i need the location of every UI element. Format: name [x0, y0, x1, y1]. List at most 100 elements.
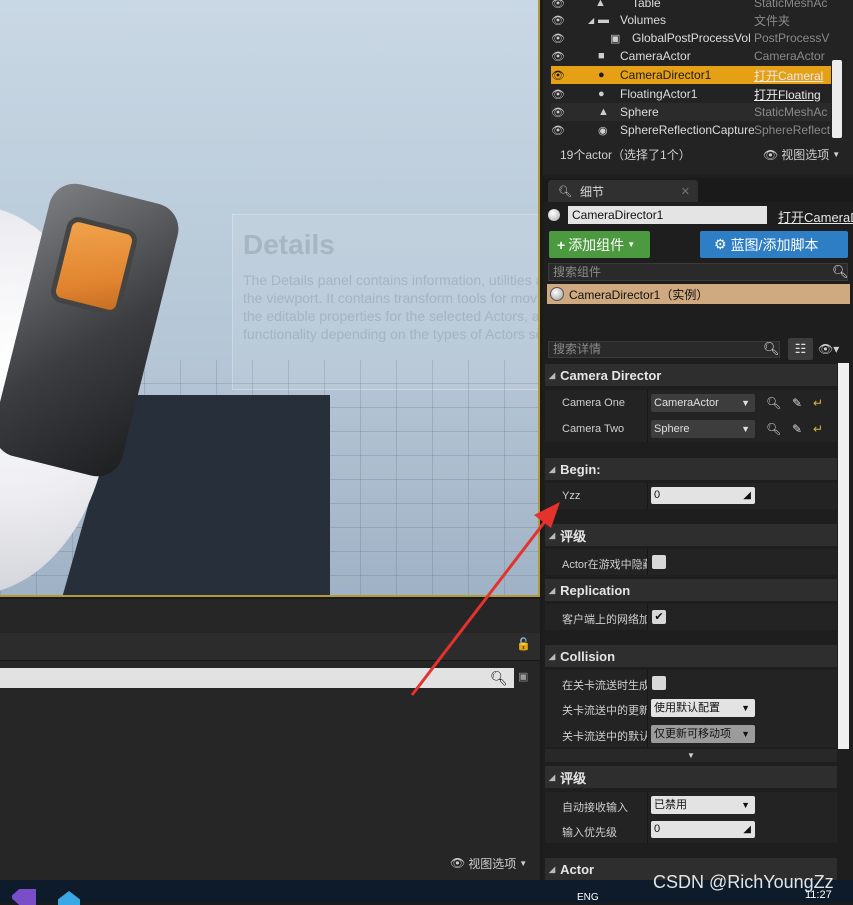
category-label: Begin: — [560, 461, 601, 477]
prop-net-load: 客户端上的网络加载 ✔ — [545, 604, 837, 630]
outliner-row[interactable]: 👁︎ ◉ SphereReflectionCapture SphereReflect — [551, 121, 831, 139]
add-component-button[interactable]: + 添加组件 ▼ — [549, 231, 650, 258]
outliner-scrollbar[interactable] — [832, 60, 842, 138]
outliner-row-type: CameraActor — [754, 49, 825, 63]
outliner-row-type: StaticMeshAc — [754, 105, 828, 119]
auto-input-combo[interactable]: 已禁用 ▼ — [651, 796, 755, 814]
advanced-expand-button[interactable]: ▼ — [545, 749, 837, 762]
drag-handle-icon: ◢ — [743, 490, 751, 501]
yzz-number-field[interactable]: 0 ◢ — [651, 487, 755, 504]
prop-label: Yzz — [562, 490, 581, 502]
reset-icon[interactable]: ↵ — [813, 396, 823, 410]
outliner-row-label: SphereReflectionCapture — [620, 123, 754, 137]
outliner-row[interactable]: 👁︎ ▣ GlobalPostProcessVol PostProcessV — [551, 29, 831, 47]
combo-value: Sphere — [654, 423, 690, 435]
search-icon[interactable]: 🔍︎ — [763, 341, 780, 357]
outliner-row-label: CameraDirector1 — [620, 68, 712, 82]
visibility-eye-icon[interactable]: 👁︎ — [551, 32, 567, 45]
category-collision[interactable]: ◢ Collision — [545, 645, 837, 667]
outliner-row-label: Table — [632, 0, 661, 10]
open-blueprint-link[interactable]: 打开Floating — [754, 86, 832, 103]
outliner-row[interactable]: 👁︎ ■ CameraActor CameraActor — [551, 47, 831, 65]
details-search-input[interactable]: 搜索详情 — [548, 341, 780, 358]
chevron-down-icon: ▼ — [741, 729, 750, 739]
prop-label: 关卡流送中的默认更新重叠方法 — [562, 731, 648, 743]
visibility-options-icon[interactable]: 👁︎▾ — [818, 342, 839, 356]
tab-details[interactable]: 🔍︎ 细节 ✕ — [548, 180, 698, 202]
camera-one-combo[interactable]: CameraActor ▼ — [651, 394, 755, 412]
browse-icon[interactable]: 🔍︎ — [766, 396, 781, 410]
default-overlap-combo[interactable]: 仅更新可移动项 ▼ — [651, 725, 755, 743]
hidden-in-game-checkbox[interactable] — [652, 555, 666, 569]
browse-icon[interactable]: 🔍︎ — [766, 422, 781, 436]
property-matrix-icon[interactable]: ☷ — [788, 338, 813, 360]
category-begin[interactable]: ◢ Begin: — [545, 458, 837, 480]
input-priority-field[interactable]: 0 ◢ — [651, 821, 755, 838]
sphere-icon: ● — [598, 88, 605, 100]
details-scrollbar[interactable] — [838, 363, 849, 749]
visibility-eye-icon[interactable]: 👁︎ — [551, 14, 567, 27]
outliner-row-label: Sphere — [620, 105, 659, 119]
outliner-row[interactable]: 👁︎ ▲ Sphere StaticMeshAc — [551, 103, 831, 121]
overlay-text: The Details panel contains information, … — [243, 272, 540, 342]
actor-name-field[interactable]: CameraDirector1 — [568, 206, 767, 224]
postprocess-icon: ▣ — [610, 32, 621, 45]
prop-camera-one: Camera One CameraActor ▼ 🔍︎ ✎ ↵ — [545, 390, 837, 416]
eyedropper-icon[interactable]: ✎ — [792, 422, 802, 436]
close-icon[interactable]: ✕ — [681, 185, 690, 198]
category-label: Camera Director — [560, 367, 662, 383]
view-options-button[interactable]: 👁︎ 视图选项 ▼ — [450, 854, 527, 872]
add-component-label: 添加组件 — [568, 236, 625, 253]
combo-value: 使用默认配置 — [654, 702, 720, 714]
outliner-row-type: PostProcessV — [754, 31, 830, 45]
blueprint-label: 蓝图/添加脚本 — [730, 236, 819, 253]
net-load-checkbox[interactable]: ✔ — [652, 610, 666, 624]
chevron-down-icon: ▼ — [741, 398, 750, 408]
outliner-row-type: StaticMeshAc — [754, 0, 828, 10]
category-camera-director[interactable]: ◢ Camera Director — [545, 364, 837, 386]
category-label: Collision — [560, 648, 616, 664]
visibility-eye-icon[interactable]: 👁︎ — [551, 124, 567, 137]
plus-icon: + — [557, 236, 566, 253]
tray-lang[interactable]: ENG — [577, 892, 599, 903]
search-icon[interactable]: 🔍︎ — [832, 264, 849, 280]
prop-label: Camera One — [562, 397, 625, 409]
component-item-label: CameraDirector1（实例） — [569, 287, 709, 302]
open-blueprint-link[interactable]: 打开CameraD — [778, 207, 853, 226]
category-label: 评级 — [560, 770, 587, 786]
sphere-icon: ● — [598, 69, 605, 81]
category-replication[interactable]: ◢ Replication — [545, 579, 837, 601]
reset-icon[interactable]: ↵ — [813, 422, 823, 436]
component-search-input[interactable]: 搜索组件 — [548, 263, 848, 281]
gen-overlap-checkbox[interactable] — [652, 676, 666, 690]
update-overlap-combo[interactable]: 使用默认配置 ▼ — [651, 699, 755, 717]
visibility-eye-icon[interactable]: 👁︎ — [551, 50, 567, 63]
field-value: 0 — [654, 489, 661, 501]
eyedropper-icon[interactable]: ✎ — [792, 396, 802, 410]
blueprint-icon: ⚙ — [714, 236, 727, 252]
category-label: Actor — [560, 861, 595, 877]
arrow-head — [534, 502, 560, 528]
prop-label: 输入优先级 — [562, 827, 617, 839]
outliner-row[interactable]: 👁︎ ● CameraDirector1 打开Cameral — [551, 66, 831, 84]
prop-default-overlap: 关卡流送中的默认更新重叠方法 仅更新可移动项 ▼ — [545, 721, 837, 747]
prop-gen-overlap: 在关卡流送时生成重叠事件 — [545, 670, 837, 696]
visibility-eye-icon[interactable]: 👁︎ — [551, 106, 567, 119]
component-tree-item[interactable]: CameraDirector1（实例） — [547, 284, 850, 304]
visibility-eye-icon[interactable]: 👁︎ — [551, 69, 567, 82]
outliner-row[interactable]: 👁︎ ● FloatingActor1 打开Floating — [551, 85, 831, 103]
drag-handle-icon: ◢ — [743, 824, 751, 835]
visibility-eye-icon[interactable]: 👁︎ — [551, 0, 567, 10]
chevron-down-icon: ▼ — [832, 150, 841, 159]
visibility-eye-icon[interactable]: 👁︎ — [551, 88, 567, 101]
open-blueprint-link[interactable]: 打开Cameral — [754, 67, 832, 84]
category-input[interactable]: ◢ 评级 — [545, 766, 837, 788]
blueprint-add-script-button[interactable]: ⚙ 蓝图/添加脚本 — [700, 231, 848, 258]
outliner-view-options-button[interactable]: 👁︎ 视图选项 ▼ — [763, 146, 840, 163]
outliner-row[interactable]: 👁︎ ◢ ▬ Volumes 文件夹 — [551, 11, 831, 29]
category-rendering[interactable]: ◢ 评级 — [545, 524, 837, 546]
camera-icon: ■ — [598, 50, 605, 62]
camera-two-combo[interactable]: Sphere ▼ — [651, 420, 755, 438]
category-label: Replication — [560, 582, 631, 598]
details-tutorial-overlay: Details The Details panel contains infor… — [232, 214, 540, 390]
